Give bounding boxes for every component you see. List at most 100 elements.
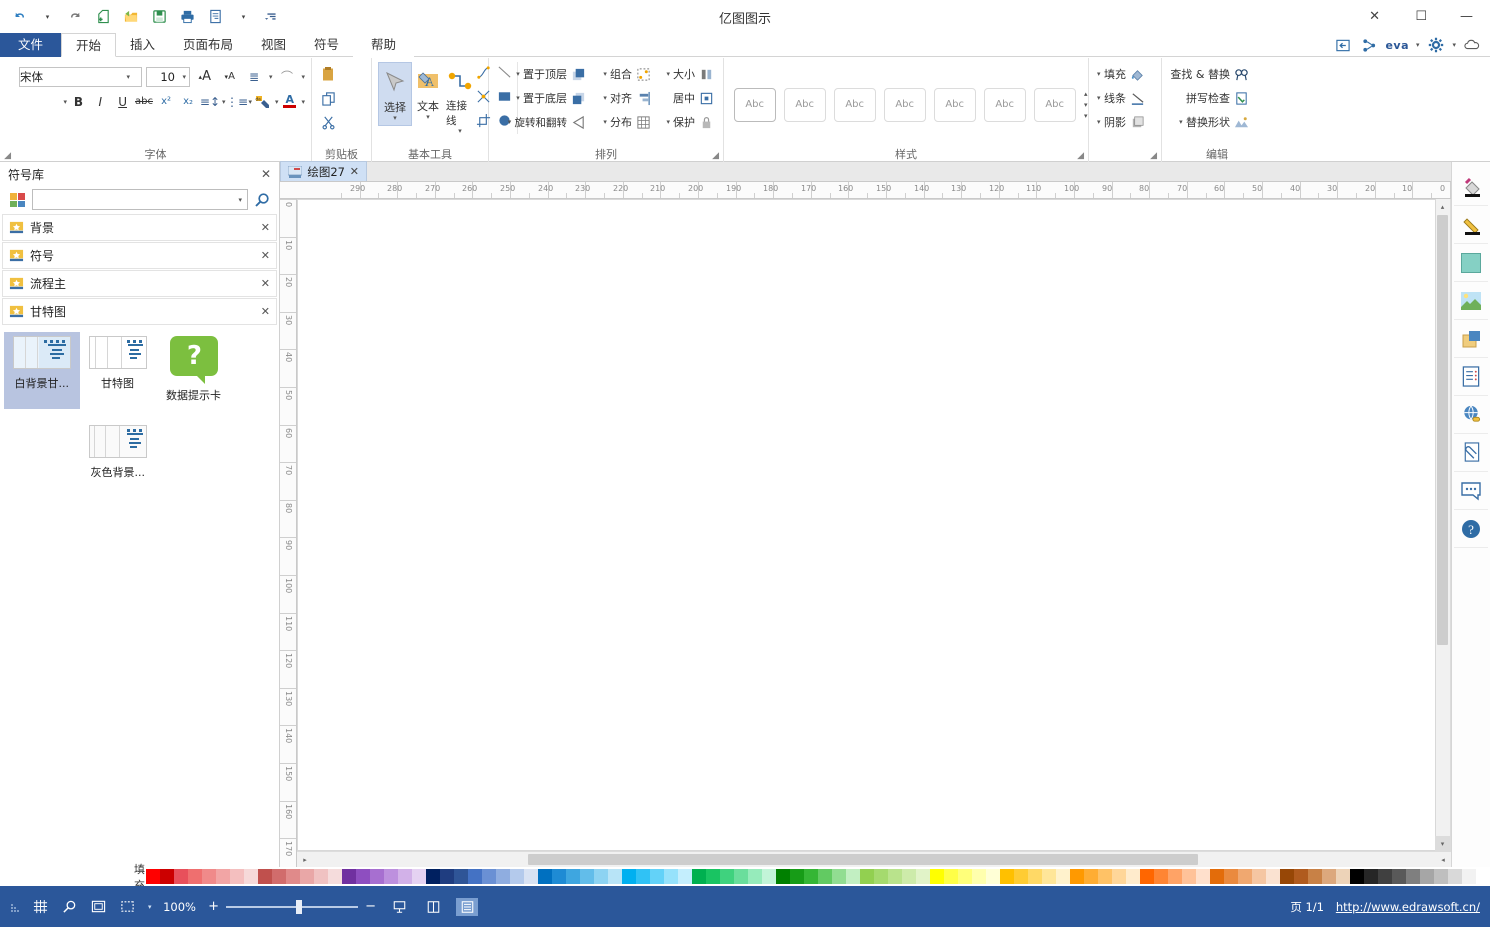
find-replace-button[interactable]: 查找 & 替换 [1168, 62, 1252, 86]
color-swatch[interactable] [244, 869, 258, 884]
styles-dialog-launcher[interactable]: ◢ [1077, 151, 1084, 161]
line-spacing-button[interactable]: ≡↕ [200, 91, 221, 112]
undo-caret-icon[interactable]: ▾ [38, 7, 57, 26]
color-swatch[interactable] [426, 869, 440, 884]
highlight-button[interactable]: ab [253, 91, 274, 112]
group-caret-icon[interactable]: ▾ [603, 70, 607, 78]
zoom-out-button[interactable]: − [365, 899, 376, 914]
layers-icon[interactable] [1454, 320, 1488, 358]
color-swatch[interactable] [342, 869, 356, 884]
strikethrough-button[interactable]: abc [134, 91, 155, 112]
view-presentation-button[interactable] [388, 898, 410, 916]
color-swatch[interactable] [888, 869, 902, 884]
color-swatch[interactable] [1322, 869, 1336, 884]
tab-file[interactable]: 文件 [0, 33, 62, 57]
cut-button[interactable] [318, 110, 339, 134]
color-swatch[interactable] [734, 869, 748, 884]
tab-page-layout[interactable]: 页面布局 [169, 33, 247, 57]
color-swatch[interactable] [972, 869, 986, 884]
replace-shape-button[interactable]: 替换形状 ▾ [1168, 110, 1252, 134]
color-swatch[interactable] [482, 869, 496, 884]
tab-help[interactable]: 帮助 [353, 33, 415, 57]
shadow-caret-icon[interactable]: ▾ [1097, 118, 1101, 126]
color-swatch[interactable] [1154, 869, 1168, 884]
color-swatch[interactable] [510, 869, 524, 884]
color-swatch[interactable] [216, 869, 230, 884]
color-swatch[interactable] [1364, 869, 1378, 884]
send-to-back-button[interactable]: 置于底层 ▾ [495, 86, 589, 110]
library-item-flow-main[interactable]: 流程主 ✕ [2, 270, 277, 297]
share-icon[interactable] [1359, 36, 1378, 55]
zoom-caret-icon[interactable]: ▾ [148, 903, 152, 911]
shadow-button[interactable]: 阴影 ▾ [1095, 110, 1148, 134]
center-button[interactable]: 居中 [654, 86, 717, 110]
color-swatch[interactable] [160, 869, 174, 884]
website-link[interactable]: http://www.edrawsoft.cn/ [1336, 900, 1480, 914]
view-normal-button[interactable] [456, 897, 479, 916]
color-swatch[interactable] [902, 869, 916, 884]
text-tool-caret-icon[interactable]: ▾ [426, 113, 430, 121]
color-swatch[interactable] [1196, 869, 1210, 884]
spell-check-button[interactable]: 拼写检查 [1168, 86, 1252, 110]
color-swatch[interactable] [1070, 869, 1084, 884]
fit-page-icon[interactable] [90, 898, 107, 915]
color-swatch[interactable] [1294, 869, 1308, 884]
color-swatch[interactable] [1420, 869, 1434, 884]
color-swatch[interactable] [1462, 869, 1476, 884]
replace-shape-caret-icon[interactable]: ▾ [1179, 118, 1183, 126]
color-swatch[interactable] [622, 869, 636, 884]
view-split-button[interactable] [422, 898, 444, 916]
fill-caret-icon[interactable]: ▾ [1097, 70, 1101, 78]
vscroll-down-button[interactable]: ▾ [1435, 836, 1451, 851]
color-swatch[interactable] [202, 869, 216, 884]
color-swatch[interactable] [1098, 869, 1112, 884]
color-swatch[interactable] [286, 869, 300, 884]
color-swatch[interactable] [678, 869, 692, 884]
color-swatch[interactable] [944, 869, 958, 884]
color-swatch[interactable] [370, 869, 384, 884]
color-swatch[interactable] [1336, 869, 1350, 884]
color-swatch[interactable] [1056, 869, 1070, 884]
color-swatch[interactable] [1266, 869, 1280, 884]
help-icon[interactable]: ? [1454, 510, 1488, 548]
color-swatch[interactable] [930, 869, 944, 884]
size-caret-icon[interactable]: ▾ [666, 70, 670, 78]
style-preset-7[interactable]: Abc [1034, 87, 1076, 122]
attachment-icon[interactable] [1454, 434, 1488, 472]
tab-view[interactable]: 视图 [247, 33, 300, 57]
color-swatch[interactable] [1210, 869, 1224, 884]
save-icon[interactable] [150, 7, 169, 26]
vertical-scrollbar[interactable]: ▴ ▾ [1435, 199, 1451, 851]
grid-icon[interactable] [32, 898, 49, 915]
style-preset-5[interactable]: Abc [934, 87, 976, 122]
color-swatch[interactable] [1406, 869, 1420, 884]
color-swatch[interactable] [1308, 869, 1322, 884]
color-swatch[interactable] [594, 869, 608, 884]
color-swatch[interactable] [692, 869, 706, 884]
symbol-search-caret-icon[interactable]: ▾ [238, 196, 242, 204]
minimize-button[interactable]: — [1444, 0, 1490, 33]
text-align-caret-icon[interactable]: ▾ [269, 73, 273, 81]
drawing-page[interactable] [297, 199, 1436, 851]
styles-scroll-down-icon[interactable]: ▾ [1084, 101, 1088, 109]
color-swatch[interactable] [958, 869, 972, 884]
color-swatch[interactable] [706, 869, 720, 884]
color-swatch[interactable] [258, 869, 272, 884]
text-curve-button[interactable]: ⌒ [276, 66, 297, 87]
cloud-icon[interactable] [1463, 36, 1482, 55]
hscroll-track[interactable] [313, 852, 1435, 867]
library-item-close-icon[interactable]: ✕ [261, 249, 270, 262]
superscript-button[interactable]: x² [156, 91, 177, 112]
color-swatch[interactable] [146, 869, 160, 884]
picture-icon[interactable] [1454, 282, 1488, 320]
color-swatch[interactable] [664, 869, 678, 884]
color-swatch[interactable] [1224, 869, 1238, 884]
color-swatch[interactable] [314, 869, 328, 884]
hscroll-right-button[interactable]: ▸ [297, 852, 313, 867]
line-caret-icon[interactable]: ▾ [1097, 94, 1101, 102]
color-swatch[interactable] [552, 869, 566, 884]
subscript-button[interactable]: x₂ [178, 91, 199, 112]
bullet-list-button[interactable]: ⋮≡ [226, 91, 248, 112]
color-swatches[interactable] [146, 869, 1490, 884]
undo-icon[interactable] [66, 7, 85, 26]
